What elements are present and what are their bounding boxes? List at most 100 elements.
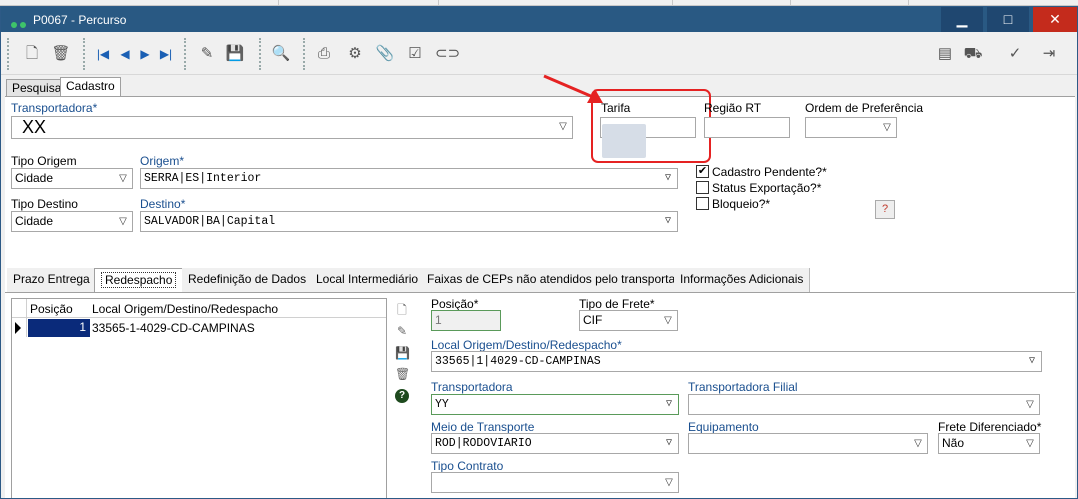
- chevron-down-icon: ▽: [119, 173, 127, 184]
- posicao-value: 1: [435, 313, 442, 327]
- origem-select[interactable]: SERRA|ES|Interior ▽: [140, 168, 678, 189]
- help-question-button[interactable]: ?: [875, 200, 895, 219]
- tipo-contrato-select[interactable]: ▽: [431, 472, 679, 493]
- red-arrow-annotation: [543, 74, 603, 103]
- transportadora-value: XX: [22, 117, 47, 137]
- screen: P0067 - Percurso ▁ □ ✕ 🗋 🗑 |◀ ◀ ▶ ▶| ✎ 💾…: [0, 0, 1078, 499]
- title-bar: P0067 - Percurso ▁ □ ✕: [1, 7, 1077, 32]
- tab-redefinicao-dados[interactable]: Redefinição de Dados: [182, 268, 314, 292]
- equipamento-select[interactable]: ▽: [688, 433, 928, 454]
- last-record-icon[interactable]: ▶|: [156, 44, 176, 64]
- regiao-rt-field[interactable]: [704, 117, 790, 138]
- tarifa-highlight-box: [591, 89, 711, 163]
- tab-prazo-entrega[interactable]: Prazo Entrega: [7, 268, 97, 292]
- chevron-down-icon: ▽: [664, 216, 672, 227]
- redespacho-transportadora-value: YY: [435, 398, 449, 411]
- new-doc-icon[interactable]: 🗋: [22, 44, 42, 64]
- posicao-field[interactable]: 1: [431, 310, 501, 331]
- grid-header: Posição Local Origem/Destino/Redespacho: [12, 299, 386, 318]
- ordem-preferencia-label: Ordem de Preferência: [805, 101, 924, 115]
- search-record-icon[interactable]: 🔍: [271, 44, 291, 64]
- chevron-down-icon: ▽: [1028, 356, 1036, 367]
- column-header-local[interactable]: Local Origem/Destino/Redespacho: [92, 302, 278, 316]
- status-exportacao-checkbox[interactable]: [696, 181, 709, 194]
- tab-faixas-ceps[interactable]: Faixas de CEPs não atendidos pelo transp…: [421, 268, 700, 292]
- transportadora-select[interactable]: XX ▽: [11, 116, 573, 139]
- save-row-icon[interactable]: 💾: [395, 346, 410, 360]
- current-row-indicator-icon: [15, 322, 21, 334]
- redespacho-grid[interactable]: Posição Local Origem/Destino/Redespacho …: [11, 298, 387, 498]
- next-record-icon[interactable]: ▶: [135, 44, 155, 64]
- check-icon[interactable]: ☑: [405, 44, 425, 64]
- window-title: P0067 - Percurso: [33, 13, 127, 27]
- transportadora-label: Transportadora*: [11, 101, 98, 115]
- meio-transporte-select[interactable]: ROD|RODOVIARIO ▽: [431, 433, 679, 454]
- settings-icon[interactable]: ⚙: [345, 44, 365, 64]
- table-row[interactable]: 1 33565-1-4029-CD-CAMPINAS: [12, 319, 386, 337]
- redespacho-transportadora-select[interactable]: YY ▽: [431, 394, 679, 415]
- tipo-destino-select[interactable]: Cidade ▽: [11, 211, 133, 232]
- tipo-frete-label: Tipo de Frete*: [579, 297, 655, 311]
- status-exportacao-label: Status Exportação?*: [712, 181, 822, 195]
- transportadora-filial-select[interactable]: ▽: [688, 394, 1040, 415]
- edit-icon[interactable]: ✎: [197, 44, 217, 64]
- posicao-label: Posição*: [431, 297, 479, 311]
- chevron-down-icon: ▽: [665, 438, 673, 449]
- chevron-down-icon: ▽: [665, 399, 673, 410]
- destino-select[interactable]: SALVADOR|BA|Capital ▽: [140, 211, 678, 232]
- destino-label: Destino*: [140, 197, 186, 211]
- help-icon[interactable]: ?: [395, 389, 409, 403]
- report-icon[interactable]: ▤: [935, 44, 955, 64]
- chevron-down-icon: ▽: [883, 122, 891, 133]
- confirm-icon[interactable]: ✓: [1005, 44, 1025, 64]
- cell-posicao[interactable]: 1: [28, 319, 90, 337]
- close-button[interactable]: ✕: [1033, 7, 1077, 32]
- tab-redespacho[interactable]: Redespacho: [94, 268, 184, 292]
- ordem-preferencia-select[interactable]: ▽: [805, 117, 897, 138]
- maximize-button[interactable]: □: [987, 7, 1029, 32]
- tipo-destino-value: Cidade: [15, 214, 54, 228]
- frete-diferenciado-select[interactable]: Não ▽: [938, 433, 1040, 454]
- app-icon: [11, 17, 29, 31]
- chevron-down-icon: ▽: [665, 477, 673, 488]
- chevron-down-icon: ▽: [119, 216, 127, 227]
- column-header-posicao[interactable]: Posição: [30, 302, 73, 316]
- previous-record-icon[interactable]: ◀: [115, 44, 135, 64]
- tab-local-intermediario[interactable]: Local Intermediário: [310, 268, 426, 292]
- print-icon[interactable]: ⎙: [314, 44, 334, 64]
- chevron-down-icon: ▽: [664, 315, 672, 326]
- edit-row-icon[interactable]: ✎: [395, 324, 409, 338]
- tab-informacoes-adicionais[interactable]: Informações Adicionais: [674, 268, 811, 292]
- frete-diferenciado-value: Não: [942, 436, 965, 450]
- origem-value: SERRA|ES|Interior: [144, 172, 262, 185]
- new-row-icon[interactable]: 🗋: [395, 303, 409, 317]
- local-select[interactable]: 33565|1|4029-CD-CAMPINAS ▽: [431, 351, 1042, 372]
- tipo-origem-value: Cidade: [15, 171, 54, 185]
- tab-cadastro[interactable]: Cadastro: [60, 77, 121, 97]
- exit-icon[interactable]: ⇥: [1039, 44, 1059, 64]
- first-record-icon[interactable]: |◀: [93, 44, 113, 64]
- tipo-frete-value: CIF: [583, 313, 603, 327]
- toolbar: 🗋 🗑 |◀ ◀ ▶ ▶| ✎ 💾 🔍 ⎙ ⚙ 📎 ☑ ⊂⊃ ▤ ⛟ ✓ ⇥: [1, 32, 1077, 75]
- cadastro-pendente-label: Cadastro Pendente?*: [712, 165, 827, 179]
- save-icon[interactable]: 💾: [225, 44, 245, 64]
- tipo-frete-select[interactable]: CIF ▽: [579, 310, 678, 331]
- regiao-rt-label: Região RT: [704, 101, 762, 115]
- meio-transporte-label: Meio de Transporte: [431, 420, 535, 434]
- delete-row-icon[interactable]: 🗑: [395, 367, 410, 381]
- attach-icon[interactable]: 📎: [375, 44, 395, 64]
- meio-transporte-value: ROD|RODOVIARIO: [435, 437, 532, 450]
- cell-local[interactable]: 33565-1-4029-CD-CAMPINAS: [92, 321, 255, 335]
- tab-pesquisa[interactable]: Pesquisa: [6, 79, 68, 97]
- tipo-origem-select[interactable]: Cidade ▽: [11, 168, 133, 189]
- cadastro-pendente-checkbox[interactable]: ✔: [696, 165, 709, 178]
- truck-icon[interactable]: ⛟: [963, 44, 983, 64]
- bloqueio-checkbox[interactable]: [696, 197, 709, 210]
- local-label: Local Origem/Destino/Redespacho*: [431, 338, 622, 352]
- delete-icon[interactable]: 🗑: [51, 44, 71, 64]
- frete-diferenciado-label: Frete Diferenciado*: [938, 420, 1042, 434]
- link-icon[interactable]: ⊂⊃: [435, 44, 460, 64]
- tipo-origem-label: Tipo Origem: [11, 154, 77, 168]
- chevron-down-icon: ▽: [914, 438, 922, 449]
- minimize-button[interactable]: ▁: [941, 7, 983, 32]
